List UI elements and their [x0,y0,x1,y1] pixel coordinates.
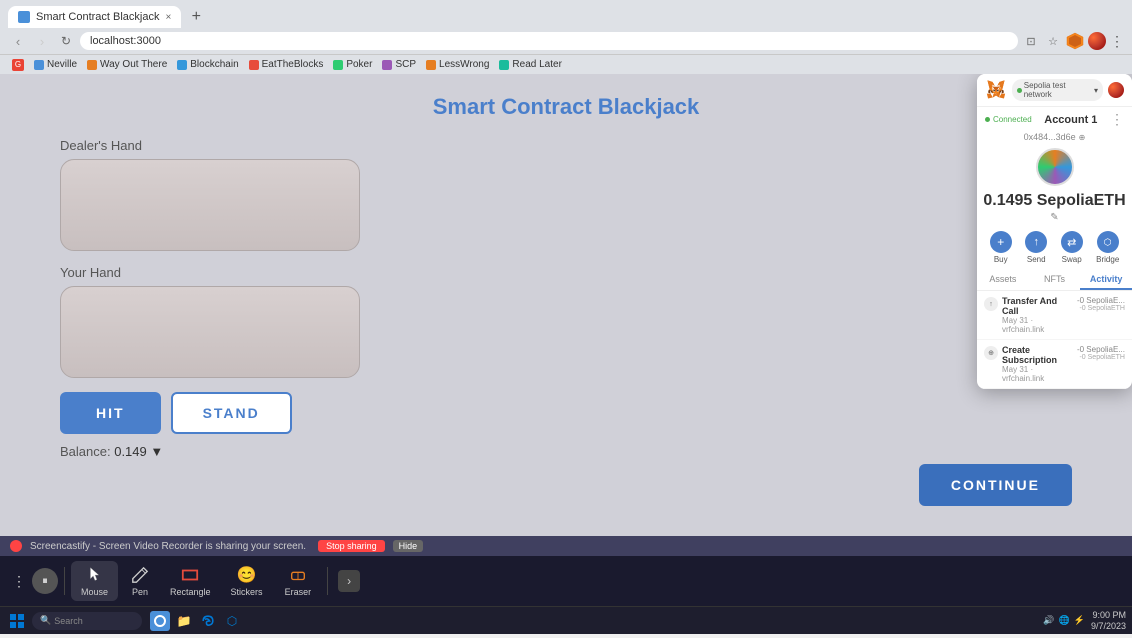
bookmark-readlater[interactable]: Read Later [495,58,565,71]
system-tray: 🔊 🌐 ⚡ [1043,615,1085,626]
mouse-icon [85,565,105,585]
mm-network-badge[interactable]: Sepolia test network ▾ [1012,79,1103,101]
mm-tab-activity[interactable]: Activity [1080,270,1132,290]
activity-item-2: ⊕ Create Subscription May 31 · vrfchain.… [977,340,1132,389]
pause-button[interactable]: ⏸ [32,568,58,594]
activity-2-date: May 31 · vrfchain.link [1002,365,1073,383]
mm-actions: + Buy ↑ Send ⇄ Swap ⬡ Bridge [977,227,1132,270]
mm-send-btn[interactable]: ↑ Send [1025,231,1047,264]
toolbar-dots[interactable]: ⋮ [8,569,30,594]
tool-pen[interactable]: Pen [120,561,160,601]
clock: 9:00 PM 9/7/2023 [1091,610,1126,632]
hide-button[interactable]: Hide [393,540,424,552]
mm-balance-edit[interactable]: ✎ [977,212,1132,227]
screencast-icon [10,540,22,552]
pen-icon [130,565,150,585]
page-content: Smart Contract Blackjack Dealer's Hand Y… [0,74,1132,536]
balance-display: Balance: 0.149 ▼ [60,444,1072,459]
activity-1-name: Transfer And Call [1002,296,1073,316]
tool-eraser[interactable]: Eraser [275,561,322,601]
activity-1-date: May 31 · vrfchain.link [1002,316,1073,334]
mm-tab-bar: Assets NFTs Activity [977,270,1132,291]
bookmark-scp[interactable]: SCP [378,58,420,71]
mm-more-menu[interactable]: ⋮ [1110,111,1124,128]
extensions-icon[interactable]: ⊡ [1022,32,1040,50]
toolbar-collapse-btn[interactable]: › [338,570,360,592]
dealer-hand-section: Dealer's Hand [60,138,1072,251]
taskbar-chrome[interactable] [150,611,170,631]
mm-header: Sepolia test network ▾ [977,74,1132,107]
address-bar[interactable]: localhost:3000 [80,32,1018,50]
balance-value: 0.149 ▼ [114,444,163,459]
active-tab[interactable]: Smart Contract Blackjack × [8,6,181,28]
bookmark-poker[interactable]: Poker [329,58,376,71]
your-hand-label: Your Hand [60,265,1072,280]
back-button[interactable]: ‹ [8,31,28,51]
mm-activity-list: ↑ Transfer And Call May 31 · vrfchain.li… [977,291,1132,389]
star-icon[interactable]: ☆ [1044,32,1062,50]
mm-connected-label: Connected [993,115,1032,124]
tool-rectangle[interactable]: Rectangle [162,561,219,601]
stand-button[interactable]: STAND [171,392,292,434]
metamask-popup: Sepolia test network ▾ Connected Account… [977,74,1132,389]
tab-bar: Smart Contract Blackjack × + [0,0,1132,28]
browser-chrome: Smart Contract Blackjack × + ‹ › ↻ local… [0,0,1132,74]
new-tab-button[interactable]: + [185,6,207,28]
bookmarks-bar: G Neville Way Out There Blockchain EatTh… [0,54,1132,74]
metamask-fox-icon [985,79,1007,101]
mm-buy-btn[interactable]: + Buy [990,231,1012,264]
taskbar-explorer[interactable]: 📁 [174,611,194,631]
windows-taskbar: 🔍Search 📁 ⬡ 🔊 🌐 ⚡ 9:00 PM 9/7/2023 [0,606,1132,634]
screencast-message: Screencastify - Screen Video Recorder is… [30,541,306,552]
mm-balance: 0.1495 SepoliaETH [977,190,1132,212]
activity-2-amount: -0 SepoliaE... -0 SepoliaETH [1077,345,1125,361]
eraser-icon [288,565,308,585]
menu-button[interactable]: ⋮ [1110,33,1124,50]
balance-label: Balance: [60,444,111,459]
mm-swap-btn[interactable]: ⇄ Swap [1061,231,1083,264]
tool-mouse[interactable]: Mouse [71,561,118,601]
bookmark-lesswrong[interactable]: LessWrong [422,58,493,71]
profile-avatar[interactable] [1088,32,1106,50]
mm-identicon [1036,148,1074,186]
mm-account-name: Account 1 [1032,114,1110,126]
activity-2-name: Create Subscription [1002,345,1073,365]
bookmark-blockchain[interactable]: Blockchain [173,58,242,71]
search-bar[interactable]: 🔍Search [32,612,142,630]
bookmark-eattheblocks[interactable]: EatTheBlocks [245,58,328,71]
stop-sharing-button[interactable]: Stop sharing [318,540,385,552]
mm-bridge-btn[interactable]: ⬡ Bridge [1096,231,1119,264]
hit-button[interactable]: HIT [60,392,161,434]
continue-button[interactable]: CONTINUE [919,464,1072,506]
screencast-bar: Screencastify - Screen Video Recorder is… [0,536,1132,556]
nav-bar: ‹ › ↻ localhost:3000 ⊡ ☆ ⋮ [0,28,1132,54]
mm-tab-assets[interactable]: Assets [977,270,1029,290]
activity-1-amount: -0 SepoliaE... -0 SepoliaETH [1077,296,1125,312]
game-buttons: HIT STAND [60,392,1072,434]
forward-button[interactable]: › [32,31,52,51]
player-card-area [60,286,360,378]
activity-item-1: ↑ Transfer And Call May 31 · vrfchain.li… [977,291,1132,340]
mm-address[interactable]: 0x484...3d6e ⊕ [977,132,1132,144]
bookmark-g[interactable]: G [8,58,28,72]
metamask-extension-btn[interactable] [1066,32,1084,50]
dealer-card-area [60,159,360,251]
game-area: Smart Contract Blackjack Dealer's Hand Y… [0,74,1132,536]
dealer-hand-label: Dealer's Hand [60,138,1072,153]
stickers-icon: 😊 [237,565,257,585]
mm-tab-nfts[interactable]: NFTs [1029,270,1081,290]
mm-profile-avatar [1108,82,1124,98]
start-button[interactable] [6,610,28,632]
bookmark-wayoutthere[interactable]: Way Out There [83,58,171,71]
game-title: Smart Contract Blackjack [60,94,1072,120]
bookmark-neville[interactable]: Neville [30,58,81,71]
taskbar-vscode[interactable]: ⬡ [222,611,242,631]
reload-button[interactable]: ↻ [56,31,76,51]
taskbar-edge[interactable] [198,611,218,631]
rectangle-icon [180,565,200,585]
mm-account-row: Connected Account 1 ⋮ [977,107,1132,132]
tool-stickers[interactable]: 😊 Stickers [221,561,273,601]
annotation-toolbar: ⋮ ⏸ Mouse Pen Rectangle 😊 St [0,556,1132,606]
your-hand-section: Your Hand [60,265,1072,378]
